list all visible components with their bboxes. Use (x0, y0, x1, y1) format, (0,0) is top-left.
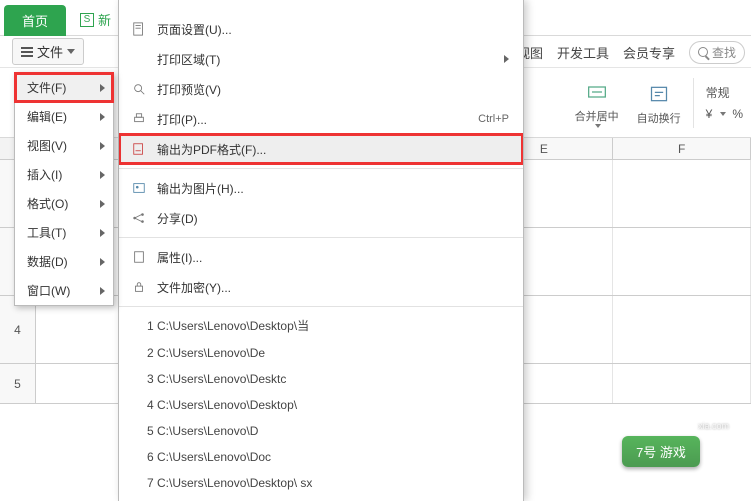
recent-file[interactable]: 4 C:\Users\Lenovo\Desktop\ (119, 392, 523, 418)
menu-item-encrypt[interactable]: 文件加密(Y)... (119, 272, 523, 302)
share-icon (131, 210, 147, 226)
col-header-f[interactable]: F (613, 138, 751, 159)
menu-item-file[interactable]: 文件(F) (15, 73, 113, 102)
ribbon-tab-member[interactable]: 会员专享 (623, 43, 675, 62)
menu-item-export-pdf[interactable]: 输出为PDF格式(F)... (119, 134, 523, 164)
file-menu-button[interactable]: 文件 (12, 38, 84, 65)
menu-item-tools[interactable]: 工具(T) (15, 218, 113, 247)
recent-file[interactable]: 5 C:\Users\Lenovo\D (119, 418, 523, 444)
menu-item-page-setup[interactable]: 页面设置(U)... (119, 14, 523, 44)
print-icon (131, 111, 147, 127)
cell[interactable] (613, 296, 751, 363)
menu-item-label: 文件加密(Y)... (157, 279, 509, 296)
submenu-arrow-icon (100, 200, 105, 208)
menu-item-label: 格式(O) (27, 195, 68, 212)
cell[interactable] (613, 364, 751, 403)
menu-item-label: 页面设置(U)... (157, 21, 509, 38)
menu-item-print[interactable]: 打印(P)... Ctrl+P (119, 104, 523, 134)
currency-button[interactable]: ¥ (706, 107, 713, 121)
menu-item-insert[interactable]: 插入(I) (15, 160, 113, 189)
pdf-icon (131, 141, 147, 157)
print-preview-icon (131, 81, 147, 97)
menu-item-label: 打印预览(V) (157, 81, 509, 98)
recent-file[interactable]: 6 C:\Users\Lenovo\Doc (119, 444, 523, 470)
submenu-arrow-icon (504, 55, 509, 63)
percent-button[interactable]: % (732, 107, 743, 121)
menu-divider (119, 306, 523, 307)
recent-file[interactable]: 2 C:\Users\Lenovo\De (119, 340, 523, 366)
file-submenu: 页面设置(U)... 打印区域(T) 打印预览(V) 打印(P)... Ctrl… (118, 0, 524, 501)
menu-item-label: 视图(V) (27, 137, 67, 154)
cell[interactable] (613, 228, 751, 295)
auto-wrap-button[interactable]: 自动换行 (631, 76, 687, 130)
home-tab[interactable]: 首页 (4, 5, 66, 36)
menu-item-data[interactable]: 数据(D) (15, 247, 113, 276)
submenu-arrow-icon (100, 84, 105, 92)
submenu-arrow-icon (100, 113, 105, 121)
ribbon-tab-devtools[interactable]: 开发工具 (557, 43, 609, 62)
properties-icon (131, 249, 147, 265)
menu-item-label: 输出为图片(H)... (157, 180, 509, 197)
search-icon (698, 47, 708, 57)
page-setup-icon (131, 21, 147, 37)
image-icon (131, 180, 147, 196)
menu-item-view[interactable]: 视图(V) (15, 131, 113, 160)
lock-icon (131, 279, 147, 295)
number-format-group: 常规 ¥ % (700, 84, 743, 121)
menu-item-label: 打印(P)... (157, 111, 468, 128)
merge-center-label: 合并居中 (575, 108, 619, 124)
menu-item-label: 分享(D) (157, 210, 509, 227)
submenu-arrow-icon (100, 171, 105, 179)
auto-wrap-label: 自动换行 (637, 110, 681, 126)
recent-file[interactable]: 1 C:\Users\Lenovo\Desktop\当 (119, 311, 523, 340)
menu-item-label: 插入(I) (27, 166, 62, 183)
menu-item-label: 属性(I)... (157, 249, 509, 266)
submenu-arrow-icon (100, 287, 105, 295)
menu-item-properties[interactable]: 属性(I)... (119, 242, 523, 272)
menu-item-label: 工具(T) (27, 224, 66, 241)
menu-item-label: 文件(F) (27, 79, 66, 96)
auto-wrap-icon (645, 80, 673, 108)
recent-file[interactable]: 8 C:\Users\Lenovo\Documents\ (119, 496, 523, 501)
menu-item-format[interactable]: 格式(O) (15, 189, 113, 218)
toolbar-separator (693, 78, 694, 128)
merge-center-icon (583, 78, 611, 106)
new-tab-icon: S (80, 13, 94, 27)
menu-item-edit[interactable]: 编辑(E) (15, 102, 113, 131)
submenu-arrow-icon (100, 229, 105, 237)
search-box[interactable]: 查找 (689, 41, 745, 64)
menu-item-export-image[interactable]: 输出为图片(H)... (119, 173, 523, 203)
menu-item-print-preview[interactable]: 打印预览(V) (119, 74, 523, 104)
submenu-arrow-icon (100, 142, 105, 150)
recent-file[interactable]: 3 C:\Users\Lenovo\Desktc (119, 366, 523, 392)
search-placeholder: 查找 (712, 44, 736, 61)
file-menu-label: 文件 (37, 42, 63, 61)
row-header[interactable]: 5 (0, 364, 36, 403)
menu-item-window[interactable]: 窗口(W) (15, 276, 113, 305)
menu-item-label: 打印区域(T) (157, 51, 494, 68)
menu-divider (119, 168, 523, 169)
menu-item-label: 窗口(W) (27, 282, 70, 299)
menu-item-label: 编辑(E) (27, 108, 67, 125)
menu-item-share[interactable]: 分享(D) (119, 203, 523, 233)
menu-item-print-area[interactable]: 打印区域(T) (119, 44, 523, 74)
merge-center-button[interactable]: 合并居中 (569, 74, 625, 132)
blank-icon (131, 51, 147, 67)
main-menu: 文件(F) 编辑(E) 视图(V) 插入(I) 格式(O) 工具(T) 数据(D… (14, 72, 114, 306)
new-tab-label: 新 (98, 10, 111, 29)
number-format-dropdown[interactable]: 常规 (706, 84, 730, 101)
menu-divider (119, 237, 523, 238)
menu-item-label: 数据(D) (27, 253, 68, 270)
ribbon-tabs-right: 视图 开发工具 会员专享 查找 (517, 36, 745, 68)
new-tab[interactable]: S 新 (72, 4, 119, 35)
caret-down-icon (67, 49, 75, 54)
row-header[interactable]: 4 (0, 296, 36, 363)
burger-icon (21, 47, 33, 57)
number-format-label: 常规 (706, 84, 730, 101)
menu-item-label: 输出为PDF格式(F)... (157, 141, 509, 158)
menu-shortcut: Ctrl+P (478, 113, 509, 125)
cell[interactable] (613, 160, 751, 227)
submenu-arrow-icon (100, 258, 105, 266)
recent-file[interactable]: 7 C:\Users\Lenovo\Desktop\ sx (119, 470, 523, 496)
